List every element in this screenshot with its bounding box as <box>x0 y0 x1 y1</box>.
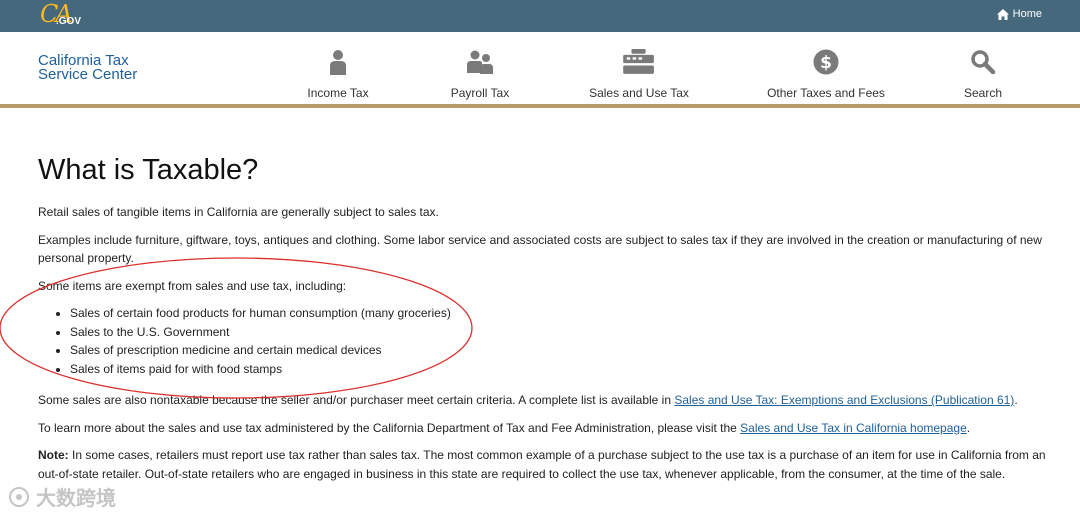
nav-label: Payroll Tax <box>450 86 510 100</box>
examples-paragraph: Examples include furniture, giftware, to… <box>38 232 1042 266</box>
svg-text:$: $ <box>820 53 832 73</box>
list-item: Sales of certain food products for human… <box>70 304 1048 323</box>
ca-gov-logo[interactable]: CA .GOV <box>38 0 84 30</box>
watermark: 大数跨境 <box>6 482 116 511</box>
person-icon <box>330 50 346 75</box>
watermark-logo-icon <box>9 486 29 507</box>
nav-income-tax[interactable]: Income Tax <box>258 46 418 100</box>
main-content: What is Taxable? Retail sales of tangibl… <box>38 108 1048 492</box>
cash-register-icon <box>623 49 655 74</box>
page-title: What is Taxable? <box>38 154 259 186</box>
list-item: Sales of prescription medicine and certa… <box>70 341 1048 360</box>
home-link[interactable]: Home <box>996 8 1042 20</box>
list-item: Sales of items paid for with food stamps <box>70 360 1048 379</box>
nav-search[interactable]: Search <box>903 46 1063 100</box>
main-nav: Income Tax Payroll Tax Sales and Use Tax… <box>0 32 1080 104</box>
note-paragraph: Note: In some cases, retailers must repo… <box>38 446 1048 483</box>
publication-61-link[interactable]: Sales and Use Tax: Exemptions and Exclus… <box>674 393 1014 407</box>
nav-payroll-tax[interactable]: Payroll Tax <box>400 46 560 100</box>
gov-logo-text: .GOV <box>56 16 82 27</box>
people-icon <box>467 50 493 74</box>
list-item: Sales to the U.S. Government <box>70 323 1048 342</box>
exempt-intro: Some items are exempt from sales and use… <box>38 278 347 293</box>
note-text: In some cases, retailers must report use… <box>38 448 1046 481</box>
note-label: Note: <box>38 448 69 462</box>
home-link-label: Home <box>1012 8 1042 20</box>
nontaxable-paragraph: Some sales are also nontaxable because t… <box>38 391 1048 410</box>
site-header: California Tax Service Center Income Tax… <box>0 32 1080 108</box>
nav-label: Other Taxes and Fees <box>767 86 885 100</box>
learn-more-end: . <box>966 420 971 435</box>
home-icon <box>996 8 1009 20</box>
nontaxable-end: . <box>1014 393 1018 407</box>
nav-other-taxes-and-fees[interactable]: $ Other Taxes and Fees <box>746 46 906 100</box>
learn-more-text: To learn more about the sales and use ta… <box>38 420 741 435</box>
exempt-list: Sales of certain food products for human… <box>70 304 1048 378</box>
learn-more-paragraph: To learn more about the sales and use ta… <box>38 419 1048 438</box>
nav-sales-and-use-tax[interactable]: Sales and Use Tax <box>559 46 719 100</box>
watermark-text: 大数跨境 <box>36 488 116 510</box>
nontaxable-text: Some sales are also nontaxable because t… <box>38 393 675 407</box>
top-bar: CA .GOV Home <box>0 0 1080 32</box>
nav-label: Income Tax <box>307 86 369 100</box>
sales-use-tax-homepage-link[interactable]: Sales and Use Tax in California homepage <box>740 421 967 435</box>
nav-label: Sales and Use Tax <box>589 86 689 100</box>
nav-label: Search <box>963 86 1003 100</box>
dollar-circle-icon: $ <box>813 49 839 75</box>
search-icon <box>971 50 996 75</box>
intro-paragraph: Retail sales of tangible items in Califo… <box>38 205 439 219</box>
